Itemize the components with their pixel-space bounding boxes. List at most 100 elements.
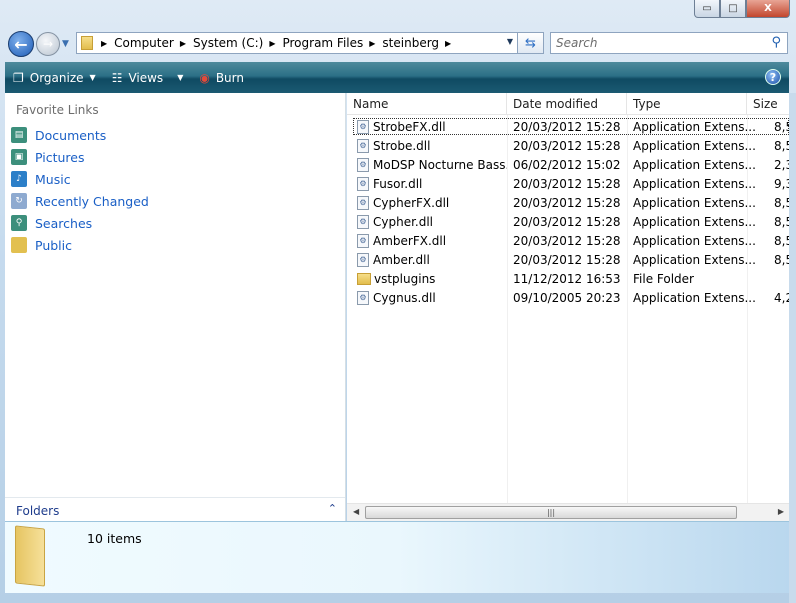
file-size: 2,3 <box>774 157 789 172</box>
breadcrumb-arrow-icon[interactable]: ▶ <box>369 39 375 48</box>
breadcrumb-arrow-icon[interactable]: ▶ <box>269 39 275 48</box>
file-name-text: StrobeFX.dll <box>373 119 446 134</box>
file-name: vstplugins <box>347 272 507 286</box>
sidebar-item-label: Documents <box>35 127 107 143</box>
folder-icon <box>357 272 371 285</box>
folders-toggle[interactable]: Folders ⌃ <box>5 497 345 521</box>
details-pane: 10 items <box>5 521 789 593</box>
file-row[interactable]: ⚙ Strobe.dll 20/03/2012 15:28 Application… <box>347 136 789 155</box>
dll-file-icon: ⚙ <box>357 252 369 267</box>
file-row[interactable]: ⚙ Fusor.dll 20/03/2012 15:28 Application … <box>347 174 789 193</box>
file-name-text: Amber.dll <box>373 252 430 267</box>
sidebar-item-searches[interactable]: ⚲ Searches <box>11 215 92 231</box>
file-date: 20/03/2012 15:28 <box>513 176 621 191</box>
file-row[interactable]: vstplugins 11/12/2012 16:53 File Folder <box>347 269 789 288</box>
breadcrumb-steinberg[interactable]: steinberg <box>382 36 439 50</box>
scroll-right-arrow-icon[interactable]: ▶ <box>778 507 784 516</box>
file-size: 8,5 <box>774 214 789 229</box>
refresh-button[interactable]: ⇆ <box>518 32 544 54</box>
file-row[interactable]: ⚙ Cypher.dll 20/03/2012 15:28 Application… <box>347 212 789 231</box>
sidebar-item-label: Recently Changed <box>35 193 149 209</box>
file-row[interactable]: ⚙ Amber.dll 20/03/2012 15:28 Application … <box>347 250 789 269</box>
file-size: 4,2 <box>774 290 789 305</box>
file-name-text: vstplugins <box>374 271 436 286</box>
search-input[interactable]: Search ⚲ <box>550 32 788 54</box>
file-row[interactable]: ⚙ AmberFX.dll 20/03/2012 15:28 Applicatio… <box>347 231 789 250</box>
breadcrumb-system-c[interactable]: System (C:) <box>193 36 263 50</box>
sidebar-item-label: Music <box>35 171 71 187</box>
back-button[interactable]: ← <box>8 31 34 57</box>
file-type: Application Extens... <box>633 119 756 134</box>
organize-button[interactable]: ❐ Organize ▼ <box>13 71 96 85</box>
sidebar-item-label: Searches <box>35 215 93 231</box>
help-button[interactable]: ? <box>765 69 781 85</box>
breadcrumb-program-files[interactable]: Program Files <box>282 36 363 50</box>
dll-file-icon: ⚙ <box>357 157 369 172</box>
close-button[interactable]: X <box>746 0 790 18</box>
file-type: Application Extens... <box>633 195 756 210</box>
file-date: 11/12/2012 16:53 <box>513 271 621 286</box>
maximize-button[interactable]: □ <box>720 0 746 18</box>
file-type: Application Extens... <box>633 214 756 229</box>
file-date: 20/03/2012 15:28 <box>513 252 621 267</box>
window-border <box>789 93 796 603</box>
file-type: File Folder <box>633 271 694 286</box>
file-row[interactable]: ⚙ CypherFX.dll 20/03/2012 15:28 Applicati… <box>347 193 789 212</box>
favorite-links-heading: Favorite Links <box>16 103 99 117</box>
file-name-text: Strobe.dll <box>373 138 431 153</box>
file-type: Application Extens... <box>633 176 756 191</box>
breadcrumb-arrow-icon[interactable]: ▶ <box>101 39 107 48</box>
recently-changed-icon: ↻ <box>11 193 27 209</box>
file-name-text: Fusor.dll <box>373 176 423 191</box>
public-folder-icon <box>11 237 27 253</box>
file-row[interactable]: ⚙ MoDSP Nocturne Bass.... 06/02/2012 15:0… <box>347 155 789 174</box>
sidebar-item-pictures[interactable]: ▣ Pictures <box>11 149 85 165</box>
address-bar[interactable]: ▶ Computer ▶ System (C:) ▶ Program Files ▶ … <box>76 32 518 54</box>
burn-button[interactable]: ◉ Burn <box>199 71 244 85</box>
file-date: 06/02/2012 15:02 <box>513 157 621 172</box>
file-name-text: Cygnus.dll <box>373 290 436 305</box>
dll-file-icon: ⚙ <box>357 214 369 229</box>
sidebar-item-public[interactable]: Public <box>11 237 72 253</box>
file-name-text: MoDSP Nocturne Bass.... <box>373 157 507 172</box>
search-icon[interactable]: ⚲ <box>771 35 781 50</box>
dll-file-icon: ⚙ <box>357 138 369 153</box>
file-type: Application Extens... <box>633 233 756 248</box>
sidebar-item-label: Pictures <box>35 149 85 165</box>
file-name-text: AmberFX.dll <box>373 233 447 248</box>
breadcrumb-computer[interactable]: Computer <box>114 36 174 50</box>
chevron-down-icon: ▼ <box>177 73 184 82</box>
folders-label: Folders <box>16 504 60 518</box>
horizontal-scrollbar[interactable]: ◀ ||| ▶ <box>347 503 789 521</box>
folder-icon <box>81 36 93 50</box>
column-header-type[interactable]: Type <box>627 93 747 115</box>
file-size: 8,5 <box>774 233 789 248</box>
dll-file-icon: ⚙ <box>357 176 369 191</box>
sidebar-item-recently-changed[interactable]: ↻ Recently Changed <box>11 193 149 209</box>
file-name-text: Cypher.dll <box>373 214 434 229</box>
file-size: 8,5 <box>774 195 789 210</box>
file-row[interactable]: ⚙ Cygnus.dll 09/10/2005 20:23 Application… <box>347 288 789 307</box>
views-icon: ☷ <box>111 70 123 85</box>
scroll-left-arrow-icon[interactable]: ◀ <box>353 507 359 516</box>
column-header-size[interactable]: Size <box>747 93 789 115</box>
column-header-date-modified[interactable]: Date modified <box>507 93 627 115</box>
minimize-button[interactable]: ▭ <box>694 0 720 18</box>
scrollbar-thumb[interactable]: ||| <box>365 506 737 519</box>
column-headers: Name Date modified Type Size <box>347 93 789 115</box>
file-row[interactable]: ⚙ StrobeFX.dll 20/03/2012 15:28 Applicati… <box>347 117 789 136</box>
music-icon: ♪ <box>11 171 27 187</box>
file-date: 20/03/2012 15:28 <box>513 195 621 210</box>
forward-button[interactable]: → <box>36 32 60 56</box>
breadcrumb-arrow-icon[interactable]: ▶ <box>180 39 186 48</box>
pictures-icon: ▣ <box>11 149 27 165</box>
file-name-text: CypherFX.dll <box>373 195 450 210</box>
item-count: 10 items <box>87 531 142 546</box>
breadcrumb-arrow-icon[interactable]: ▶ <box>445 39 451 48</box>
sidebar-item-music[interactable]: ♪ Music <box>11 171 71 187</box>
recent-pages-dropdown[interactable]: ▼ <box>62 39 69 49</box>
address-history-dropdown[interactable]: ▼ <box>507 37 513 46</box>
column-header-name[interactable]: Name <box>347 93 507 115</box>
views-button[interactable]: ☷ Views ▼ <box>112 71 184 85</box>
sidebar-item-documents[interactable]: ▤ Documents <box>11 127 106 143</box>
